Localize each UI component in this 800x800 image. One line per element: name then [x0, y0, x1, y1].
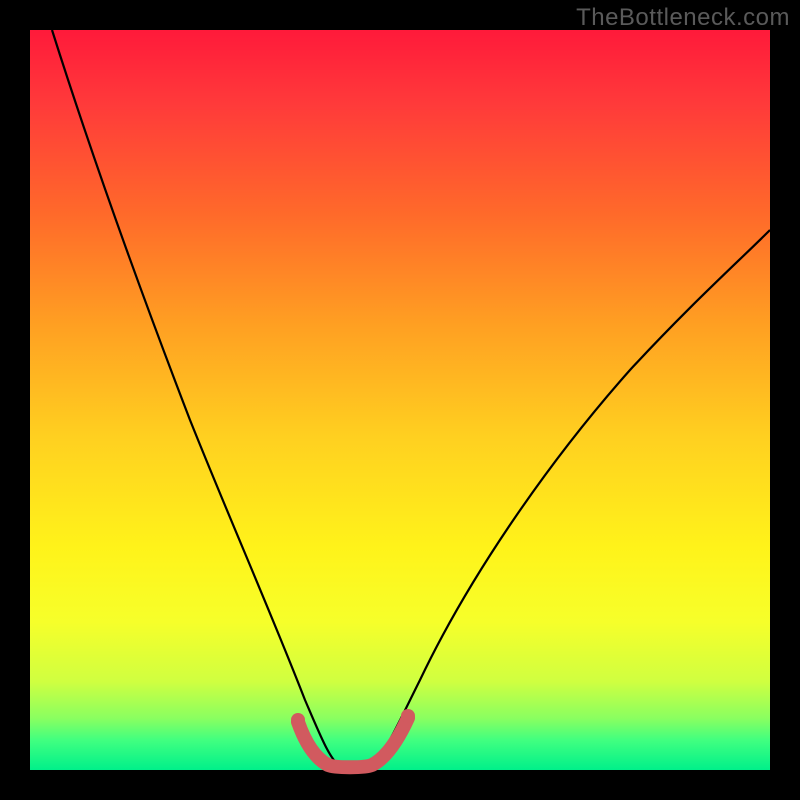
watermark-text: TheBottleneck.com: [576, 4, 790, 32]
minimum-band: [298, 718, 408, 767]
band-dot-left: [291, 713, 305, 727]
band-dot-right: [401, 709, 415, 723]
curve-layer: [30, 30, 770, 770]
plot-area: [30, 30, 770, 770]
bottleneck-curve: [52, 30, 770, 766]
chart-frame: TheBottleneck.com: [0, 0, 800, 800]
